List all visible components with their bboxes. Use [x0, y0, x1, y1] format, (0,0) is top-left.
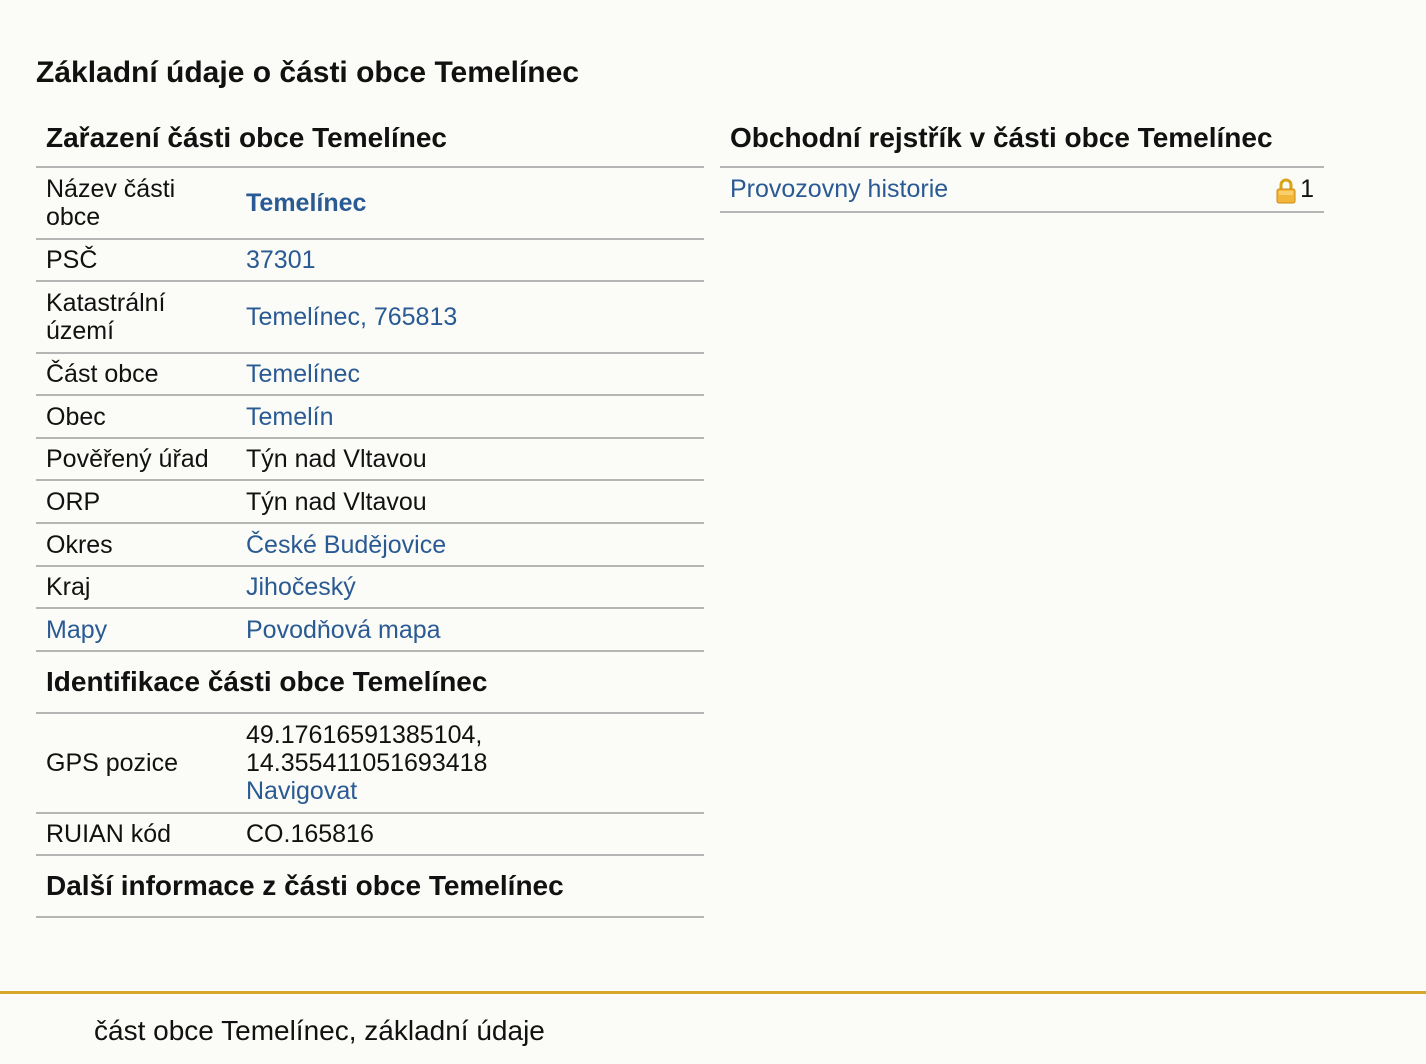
table-row: RUIAN kód CO.165816	[36, 813, 704, 856]
right-column: Obchodní rejstřík v části obce Temelínec…	[720, 110, 1324, 213]
lock-count: 1	[1276, 175, 1314, 204]
orp-value: Týn nad Vltavou	[236, 480, 704, 524]
row-label: ORP	[36, 480, 236, 524]
table-row: Obec Temelín	[36, 395, 704, 439]
obec-link[interactable]: Temelín	[246, 403, 334, 431]
okres-link[interactable]: České Budějovice	[246, 531, 446, 559]
identifikace-heading: Identifikace části obce Temelínec	[36, 652, 704, 714]
navigate-link[interactable]: Navigovat	[246, 777, 357, 805]
kraj-link[interactable]: Jihočeský	[246, 573, 356, 601]
ruian-label: RUIAN kód	[36, 813, 236, 856]
nazev-link[interactable]: Temelínec	[246, 189, 366, 217]
povodnova-mapa-link[interactable]: Povodňová mapa	[246, 616, 441, 644]
row-label: Název části obce	[36, 168, 236, 240]
mapy-link[interactable]: Mapy	[46, 616, 107, 644]
table-row: Mapy Povodňová mapa	[36, 608, 704, 652]
psc-link[interactable]: 37301	[246, 246, 316, 274]
row-label: Kraj	[36, 566, 236, 609]
row-label: Obec	[36, 395, 236, 439]
gps-label: GPS pozice	[36, 714, 236, 814]
row-label: Pověřený úřad	[36, 438, 236, 481]
row-label: Katastrální území	[36, 281, 236, 354]
table-row: Pověřený úřad Týn nad Vltavou	[36, 438, 704, 481]
row-label: PSČ	[36, 239, 236, 282]
item-count: 1	[1300, 175, 1314, 203]
katastr-link[interactable]: Temelínec, 765813	[246, 303, 457, 331]
padlock-icon	[1276, 178, 1296, 204]
zarazeni-table: Název části obce Temelínec PSČ 37301 Kat…	[36, 168, 704, 652]
table-row: Část obce Temelínec	[36, 353, 704, 396]
identifikace-table: GPS pozice 49.17616591385104, 14.3554110…	[36, 714, 704, 856]
footer-divider	[0, 991, 1426, 994]
row-label: Okres	[36, 523, 236, 567]
dalsi-heading: Další informace z části obce Temelínec	[36, 856, 704, 918]
left-column: Zařazení části obce Temelínec Název část…	[36, 110, 704, 918]
row-label: Část obce	[36, 353, 236, 396]
gps-lat: 49.17616591385104,	[246, 721, 483, 749]
footer-text: část obce Temelínec, základní údaje	[94, 1015, 545, 1046]
table-row: Název části obce Temelínec	[36, 168, 704, 240]
povereny-urad-value: Týn nad Vltavou	[236, 438, 704, 481]
cast-obce-link[interactable]: Temelínec	[246, 360, 360, 388]
gps-lon: 14.355411051693418	[246, 749, 488, 777]
rejstrik-heading: Obchodní rejstřík v části obce Temelínec	[720, 110, 1324, 168]
provozovny-historie-link[interactable]: Provozovny historie	[730, 175, 948, 204]
table-row: PSČ 37301	[36, 239, 704, 282]
ruian-value: CO.165816	[236, 813, 704, 856]
table-row: ORP Týn nad Vltavou	[36, 480, 704, 524]
zarazeni-heading: Zařazení části obce Temelínec	[36, 110, 704, 168]
list-item: Provozovny historie 1	[720, 168, 1324, 213]
table-row: Okres České Budějovice	[36, 523, 704, 567]
table-row: Katastrální území Temelínec, 765813	[36, 281, 704, 354]
table-row: Kraj Jihočeský	[36, 566, 704, 609]
page-title: Základní údaje o části obce Temelínec	[36, 56, 579, 89]
table-row: GPS pozice 49.17616591385104, 14.3554110…	[36, 714, 704, 814]
